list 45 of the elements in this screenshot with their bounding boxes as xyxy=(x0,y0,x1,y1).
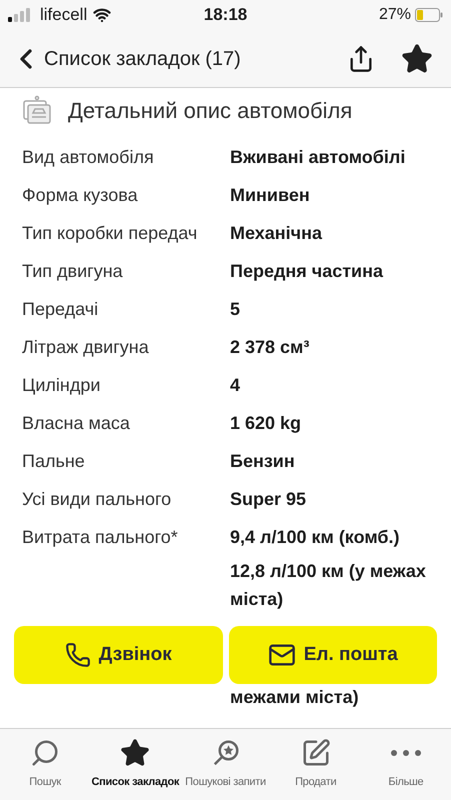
spec-label: Циліндри xyxy=(22,374,102,397)
spec-label: Витрата пального* xyxy=(22,526,179,549)
spec-value: Super 95 xyxy=(230,488,308,511)
spec-label: Передачі xyxy=(22,298,100,321)
spec-label: Власна маса xyxy=(22,412,131,435)
star-icon[interactable] xyxy=(401,42,433,74)
back-button[interactable]: Список закладок (17) xyxy=(10,42,241,74)
spec-label: Форма кузова xyxy=(22,184,139,207)
spec-label: Пальне xyxy=(22,450,86,473)
spec-label: Літраж двигуна xyxy=(22,336,150,359)
call-button[interactable]: Дзвінок xyxy=(14,626,222,684)
spec-value: Передня частина xyxy=(230,260,384,283)
spec-value: 5 xyxy=(230,298,242,321)
more-icon xyxy=(390,750,421,756)
battery-icon xyxy=(414,8,443,22)
email-button[interactable]: Ел. пошта xyxy=(228,626,437,684)
tab-bar-item[interactable]: Продати xyxy=(270,729,361,800)
carrier-name: lifecell xyxy=(40,4,88,26)
spec-value: Минивен xyxy=(230,184,311,207)
tab-bar-item[interactable]: Пошукові запити xyxy=(180,729,271,800)
star-icon xyxy=(120,738,150,768)
spec-value: Бензин xyxy=(230,450,296,473)
spec-value: 2 378 см³ xyxy=(230,336,310,359)
spec-value: межами міста) xyxy=(230,686,359,709)
spec-value: 4 xyxy=(230,374,242,397)
spec-value: Механічна xyxy=(230,222,324,245)
spec-value: 9,4 л/100 км (комб.) xyxy=(230,526,401,549)
tab-bar-item[interactable]: Більше xyxy=(360,729,451,800)
wifi-icon xyxy=(93,6,112,24)
spec-label: Вид автомобіля xyxy=(22,146,155,169)
spec-value: Вживані автомобілі xyxy=(230,146,406,169)
tab-bar-item[interactable]: Список закладок xyxy=(90,729,180,800)
search-icon xyxy=(30,738,60,768)
spec-value: 1 620 kg xyxy=(230,412,302,435)
phone-icon xyxy=(64,642,91,668)
spec-label: Усі види пального xyxy=(22,488,172,511)
section-title: Детальний опис автомобіля xyxy=(68,96,352,124)
battery-percent: 27% xyxy=(378,5,411,25)
edit-icon xyxy=(300,738,331,768)
car-document-icon xyxy=(22,95,52,125)
spec-label: Тип коробки передач xyxy=(22,222,198,245)
status-time: 18:18 xyxy=(204,4,248,26)
spec-label: Тип двигуна xyxy=(22,260,124,283)
tab-bar-item[interactable]: Пошук xyxy=(0,729,90,800)
spec-value: 12,8 л/100 км (у межах міста) xyxy=(230,560,427,611)
